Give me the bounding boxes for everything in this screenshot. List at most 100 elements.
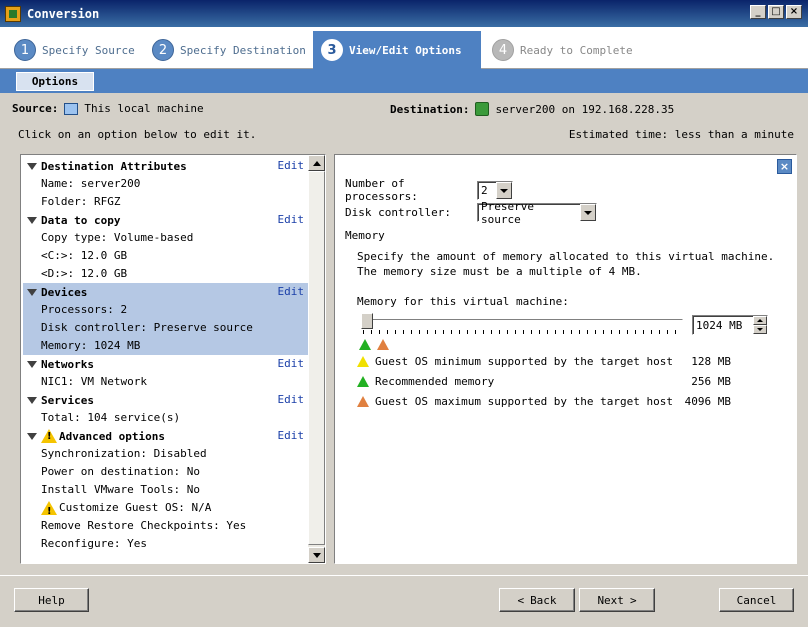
legend-maximum: Guest OS maximum supported by the target…: [357, 393, 737, 409]
hint-text: Click on an option below to edit it.: [18, 128, 257, 141]
options-detail-panel: × Number of processors: 2 Disk controlle…: [334, 154, 797, 564]
list-item: Total: 104 service(s): [41, 411, 181, 424]
group-advanced-options[interactable]: Advanced options Edit Synchronization: Di…: [23, 427, 308, 553]
edit-link[interactable]: Edit: [278, 159, 305, 172]
step-number: 2: [152, 39, 174, 61]
maximize-button[interactable]: □: [768, 5, 784, 19]
collapse-triangle-icon[interactable]: [27, 288, 37, 296]
step-label: View/Edit Options: [349, 43, 462, 57]
group-title: Destination Attributes: [41, 159, 187, 173]
title-bar: Conversion _ □ ×: [0, 0, 808, 27]
group-data-to-copy[interactable]: Data to copy Edit Copy type: Volume-based…: [23, 211, 308, 283]
collapse-triangle-icon[interactable]: [27, 360, 37, 368]
edit-link[interactable]: Edit: [278, 393, 305, 406]
memory-description: Specify the amount of memory allocated t…: [357, 250, 775, 278]
cancel-button[interactable]: Cancel: [719, 588, 794, 612]
legend-label: Recommended memory: [375, 374, 495, 388]
list-item: Disk controller: Preserve source: [41, 321, 253, 334]
scroll-thumb[interactable]: [308, 171, 325, 545]
help-label: Help: [38, 593, 65, 607]
list-item: Folder: RFGZ: [41, 195, 121, 208]
legend-value: 128 MB: [691, 354, 731, 368]
legend-value: 4096 MB: [684, 394, 731, 408]
list-item: Power on destination: No: [41, 465, 200, 478]
edit-link[interactable]: Edit: [278, 357, 305, 370]
edit-link[interactable]: Edit: [278, 285, 305, 298]
spin-down-button[interactable]: [753, 325, 767, 334]
vertical-scrollbar[interactable]: [308, 155, 325, 563]
slider-track: [361, 319, 683, 323]
collapse-triangle-icon[interactable]: [27, 396, 37, 404]
processors-label: Number of processors:: [345, 177, 418, 203]
list-item: NIC1: VM Network: [41, 375, 147, 388]
options-list-panel: Destination Attributes Edit Name: server2…: [20, 154, 326, 564]
group-title: Data to copy: [41, 213, 121, 227]
cancel-label: Cancel: [736, 593, 777, 607]
orange-triangle-icon: [357, 395, 369, 407]
edit-link[interactable]: Edit: [278, 429, 305, 442]
memory-value: 1024 MB: [696, 318, 743, 332]
chevron-down-icon[interactable]: [496, 181, 512, 199]
bottom-separator: [0, 575, 808, 576]
estimated-time: Estimated time: less than a minute: [568, 128, 794, 141]
step-label: Specify Destination: [180, 43, 306, 57]
list-item: Memory: 1024 MB: [41, 339, 141, 352]
next-button[interactable]: Next >: [579, 588, 655, 612]
collapse-triangle-icon[interactable]: [27, 162, 37, 170]
list-item: Install VMware Tools: No: [41, 483, 200, 496]
memory-for-label: Memory for this virtual machine:: [357, 295, 569, 308]
processors-select[interactable]: 2: [477, 180, 513, 200]
group-services[interactable]: Services Edit Total: 104 service(s): [23, 391, 308, 427]
list-item: Name: server200: [41, 177, 141, 190]
group-title: Advanced options: [59, 429, 165, 443]
close-button[interactable]: ×: [786, 5, 802, 19]
close-panel-icon[interactable]: ×: [777, 159, 792, 174]
legend-label: Guest OS maximum supported by the target…: [375, 394, 674, 408]
list-item: Remove Restore Checkpoints: Yes: [41, 519, 247, 532]
step-specify-source[interactable]: 1 Specify Source: [6, 31, 143, 69]
step-label: Specify Source: [42, 43, 135, 57]
disk-controller-select[interactable]: Preserve source: [477, 200, 597, 226]
app-icon: [5, 5, 21, 22]
step-ready-to-complete[interactable]: 4 Ready to Complete: [484, 31, 641, 69]
help-button[interactable]: Help: [14, 588, 89, 612]
edit-link[interactable]: Edit: [278, 213, 305, 226]
group-title: Networks: [41, 357, 94, 371]
destination-info: Destination: server200 on 192.168.228.35: [390, 102, 674, 116]
legend-value: 256 MB: [691, 374, 731, 388]
back-button[interactable]: < Back: [499, 588, 575, 612]
list-item: <D:>: 12.0 GB: [41, 267, 128, 280]
scroll-up-button[interactable]: [308, 155, 325, 171]
list-item-label: Customize Guest OS: N/A: [59, 501, 212, 514]
step-number: 1: [14, 39, 36, 61]
minimize-button[interactable]: _: [750, 5, 766, 19]
list-item: Synchronization: Disabled: [41, 447, 207, 460]
tab-options[interactable]: Options: [16, 72, 94, 91]
scroll-down-button[interactable]: [308, 547, 325, 563]
group-destination-attributes[interactable]: Destination Attributes Edit Name: server2…: [23, 157, 308, 211]
back-label: Back: [530, 593, 557, 607]
group-devices[interactable]: Devices Edit Processors: 2 Disk controlle…: [23, 283, 308, 355]
chevron-right-icon: >: [629, 593, 637, 607]
source-value: This local machine: [84, 102, 204, 115]
step-view-edit-options[interactable]: 3 View/Edit Options: [313, 31, 481, 69]
memory-input[interactable]: 1024 MB: [692, 315, 768, 335]
memory-slider[interactable]: [357, 313, 687, 335]
list-item: Reconfigure: Yes: [41, 537, 147, 550]
collapse-triangle-icon[interactable]: [27, 216, 37, 224]
wizard-steps: 1 Specify Source 2 Specify Destination 3…: [0, 27, 808, 69]
server-icon: [475, 102, 490, 116]
slider-thumb[interactable]: [361, 313, 373, 329]
step-specify-destination[interactable]: 2 Specify Destination: [144, 31, 314, 69]
list-item: Processors: 2: [41, 303, 128, 316]
collapse-triangle-icon[interactable]: [27, 432, 37, 440]
warning-icon: [41, 429, 57, 443]
chevron-down-icon[interactable]: [580, 204, 596, 221]
next-label: Next: [597, 593, 624, 607]
memory-group: Memory: [345, 229, 781, 242]
step-number: 3: [321, 39, 343, 61]
source-info: Source: This local machine: [12, 102, 204, 115]
recommended-marker-icon: [359, 339, 371, 350]
group-networks[interactable]: Networks Edit NIC1: VM Network: [23, 355, 308, 391]
spin-up-button[interactable]: [753, 316, 767, 325]
